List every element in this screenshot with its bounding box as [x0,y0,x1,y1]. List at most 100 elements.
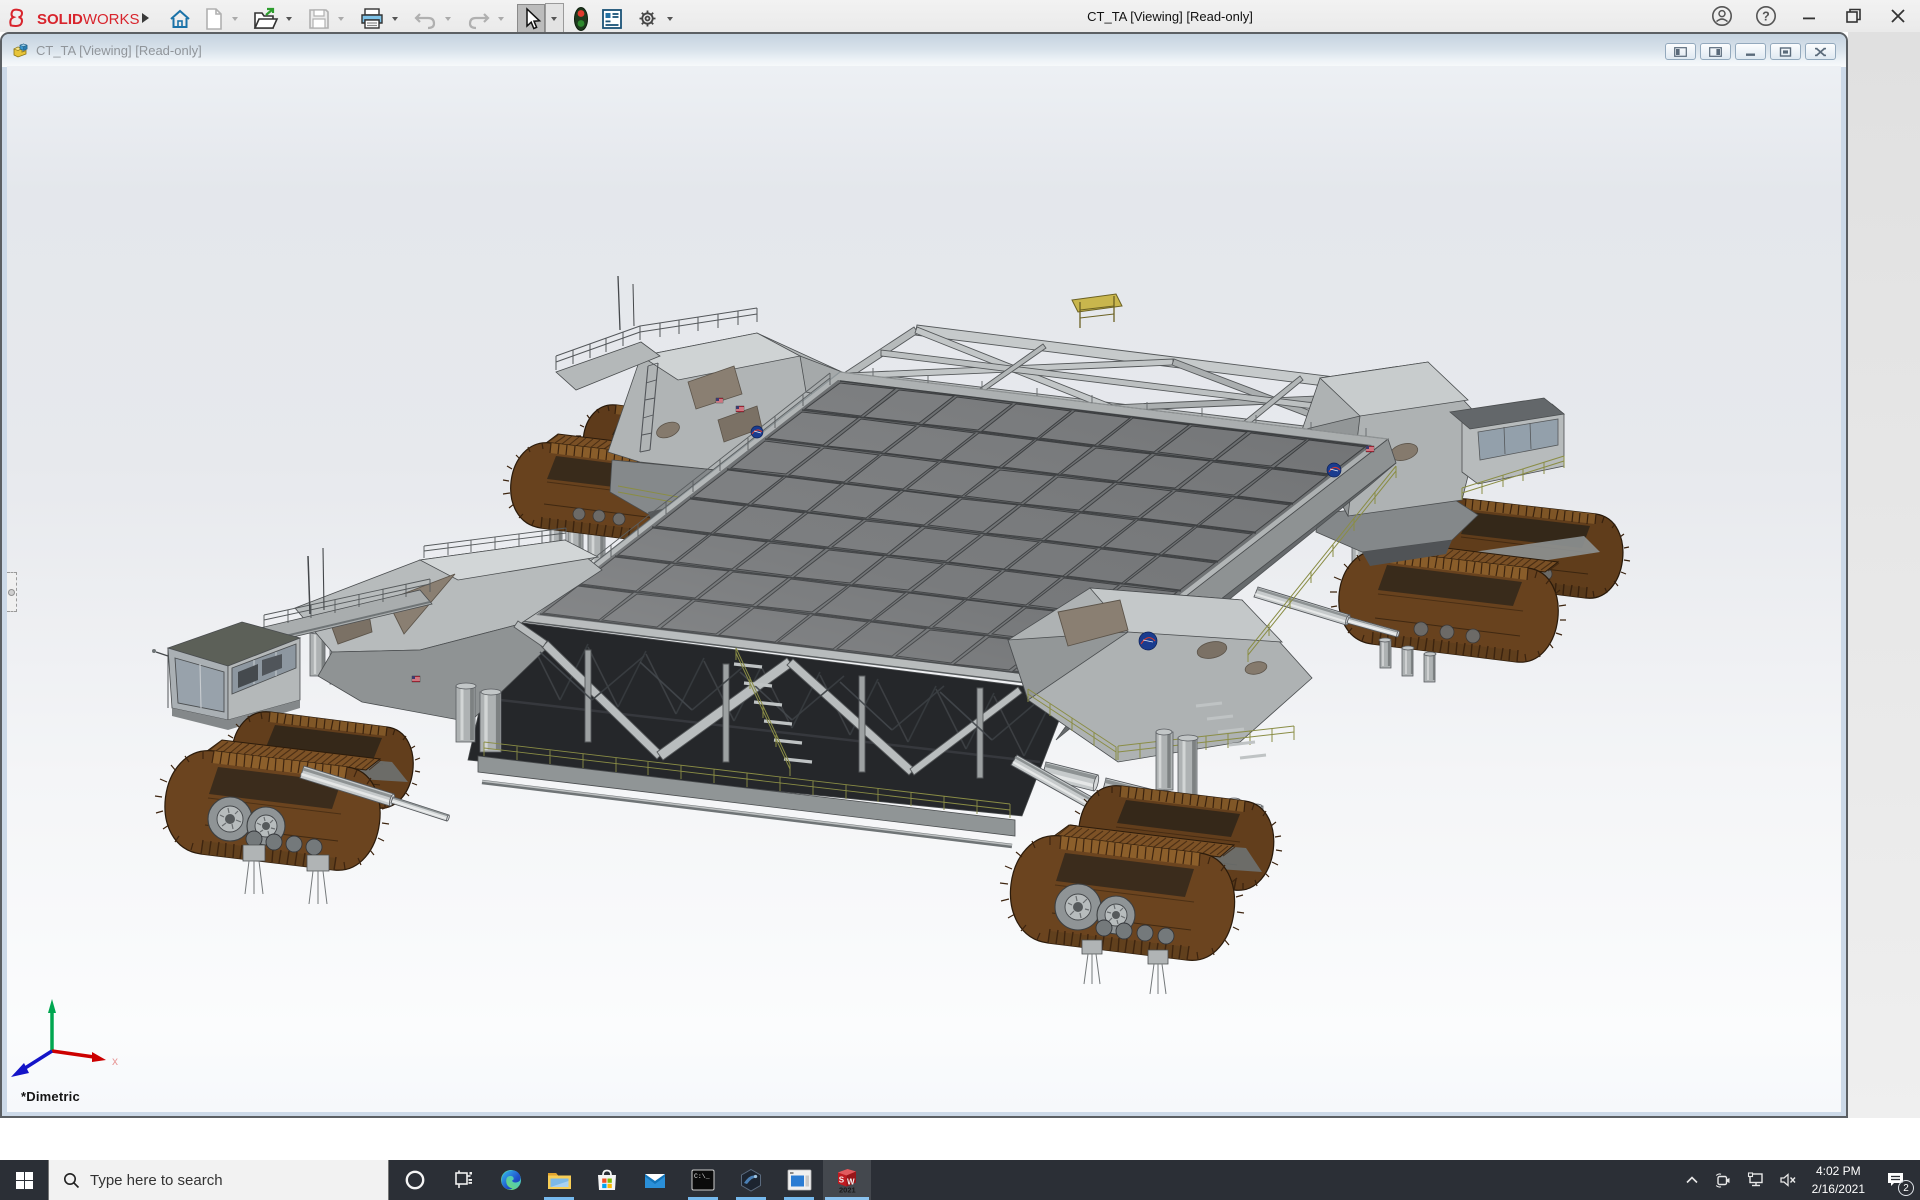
toolbar-selection-filter-toggle-button[interactable] [571,4,591,34]
windows-taskbar: Type here to search [0,1160,1920,1200]
taskbar-file-explorer[interactable] [535,1160,583,1200]
orientation-triad: x [11,999,118,1077]
windows-logo-icon [16,1172,33,1189]
print-icon [359,7,385,31]
toolbar-new-document-button[interactable] [201,4,227,34]
document-title: CT_TA [Viewing] [Read-only] [36,43,202,58]
solidworks-2021-icon: S W 2021 [834,1167,860,1193]
toolbar-new-document-dropdown[interactable] [227,4,244,34]
brand-light: WORKS [83,11,140,28]
mdi-background [1848,32,1920,1118]
graphics-viewport[interactable]: x *Dimetric [7,66,1841,1112]
doc-restore-icon [1779,47,1792,57]
brand-text: SOLIDWORKS [37,11,140,28]
front-right-truck-assembly [1000,786,1282,994]
tray-volume-muted[interactable] [1773,1160,1803,1200]
app-window-icon [787,1169,812,1191]
toolbar-redo-dropdown[interactable] [493,4,510,34]
options-gear-icon [635,6,660,31]
open-icon [253,7,279,31]
task-pane-icon [600,7,624,31]
toolbar-print-dropdown[interactable] [387,4,404,34]
doc-pin-right-button[interactable] [1700,43,1731,60]
toolbar-options-dropdown[interactable] [662,4,679,34]
search-icon [63,1172,80,1189]
restore-button[interactable] [1832,0,1876,32]
tray-camera[interactable] [1709,1160,1739,1200]
front-left-truck-assembly [155,712,450,904]
dassault-3ds-icon [8,8,32,30]
assembly-document-icon [12,43,29,58]
start-button[interactable] [0,1160,48,1200]
minimize-icon [1799,5,1821,27]
account-icon [1711,5,1733,27]
selection-filter-icon [573,6,589,32]
taskbar-snipping[interactable] [775,1160,823,1200]
caret-down-icon [232,17,238,21]
tray-network[interactable] [1741,1160,1771,1200]
minimize-button[interactable] [1788,0,1832,32]
chevron-up-icon [1685,1173,1699,1187]
taskbar-edrawings[interactable] [727,1160,775,1200]
brand-flyout-arrow[interactable] [142,13,149,23]
pane-right-icon [1709,47,1722,57]
taskbar-search[interactable]: Type here to search [48,1160,389,1200]
doc-restore-button[interactable] [1770,43,1801,60]
feature-panel-collapse-tab[interactable] [7,572,17,612]
toolbar-redo-button[interactable] [464,4,493,34]
account-button[interactable] [1700,0,1744,32]
taskbar-terminal[interactable]: C:\_ [679,1160,727,1200]
cortana-icon [404,1169,426,1191]
toolbar-select-button[interactable] [517,4,545,34]
collapse-knob [8,589,15,596]
edge-icon [499,1168,523,1192]
mail-icon [643,1170,667,1190]
tray-date: 2/16/2021 [1812,1180,1865,1198]
tray-chevron-up[interactable] [1677,1160,1707,1200]
action-center-button[interactable]: 2 [1874,1160,1916,1200]
tray-time: 4:02 PM [1812,1162,1865,1180]
notification-badge: 2 [1898,1180,1914,1196]
doc-minimize-button[interactable] [1735,43,1766,60]
taskbar-edge[interactable] [487,1160,535,1200]
taskbar-clock[interactable]: 4:02 PM 2/16/2021 [1805,1162,1872,1198]
toolbar-open-dropdown[interactable] [281,4,298,34]
edrawings-icon [739,1168,763,1192]
doc-pin-left-button[interactable] [1665,43,1696,60]
caret-down-icon [498,17,504,21]
toolbar-home-button[interactable] [166,4,194,34]
undo-icon [413,8,438,30]
taskbar-task-view[interactable] [439,1160,487,1200]
svg-text:C:\_: C:\_ [694,1173,710,1180]
toolbar-undo-button[interactable] [411,4,440,34]
svg-text:?: ? [1762,10,1770,24]
toolbar-select-dropdown[interactable] [545,3,564,35]
camera-icon [1715,1172,1732,1189]
toolbar-task-pane-button[interactable] [598,4,626,34]
network-icon [1747,1172,1765,1188]
toolbar-print-button[interactable] [357,4,387,34]
close-button[interactable] [1876,0,1920,32]
document-titlebar[interactable]: CT_TA [Viewing] [Read-only] [2,34,1846,67]
taskbar-mail[interactable] [631,1160,679,1200]
close-icon [1887,5,1909,27]
save-icon [307,7,331,31]
toolbar-undo-dropdown[interactable] [440,4,457,34]
restore-icon [1843,5,1865,27]
svg-text:2021: 2021 [839,1186,856,1194]
toolbar-open-button[interactable] [251,4,281,34]
new-document-icon [203,7,225,31]
doc-close-button[interactable] [1805,43,1836,60]
search-placeholder: Type here to search [90,1172,223,1189]
help-button[interactable]: ? [1744,0,1788,32]
brand-bold: SOLID [37,11,83,28]
caret-down-icon [667,17,673,21]
taskbar-solidworks[interactable]: S W 2021 [823,1160,871,1200]
toolbar-save-dropdown[interactable] [333,4,350,34]
toolbar-save-button[interactable] [305,4,333,34]
taskbar-cortana[interactable] [391,1160,439,1200]
taskbar-store[interactable] [583,1160,631,1200]
system-tray: 4:02 PM 2/16/2021 2 [1677,1160,1920,1200]
caret-down-icon [392,17,398,21]
toolbar-options-button[interactable] [633,4,662,34]
